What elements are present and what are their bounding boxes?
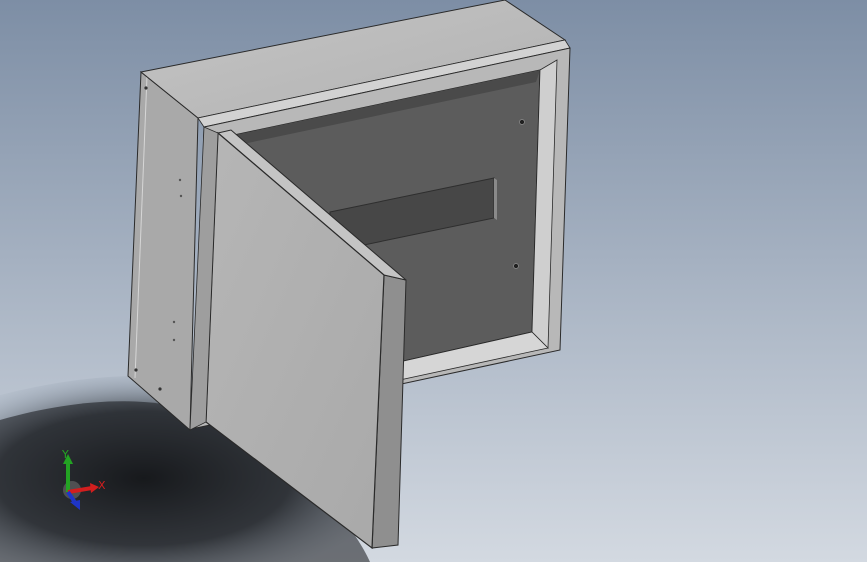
cabinet-left-wall bbox=[127, 70, 199, 432]
mounting-hole bbox=[519, 119, 525, 125]
side-screw bbox=[134, 368, 138, 372]
y-axis-label: Y bbox=[61, 448, 69, 461]
side-screw bbox=[144, 86, 148, 90]
model-scene[interactable] bbox=[0, 0, 867, 562]
axis-triad: Y X bbox=[61, 448, 106, 510]
side-screw bbox=[172, 338, 176, 342]
x-axis-label: X bbox=[98, 479, 106, 492]
side-screw bbox=[172, 320, 176, 324]
side-screw bbox=[158, 387, 162, 391]
mounting-hole bbox=[513, 263, 519, 269]
z-axis-arrow bbox=[70, 500, 80, 510]
graphics-viewport[interactable]: Y X bbox=[0, 0, 867, 562]
side-screw bbox=[178, 178, 182, 182]
side-screw bbox=[179, 194, 183, 198]
din-rail-slot-edge bbox=[494, 178, 497, 220]
